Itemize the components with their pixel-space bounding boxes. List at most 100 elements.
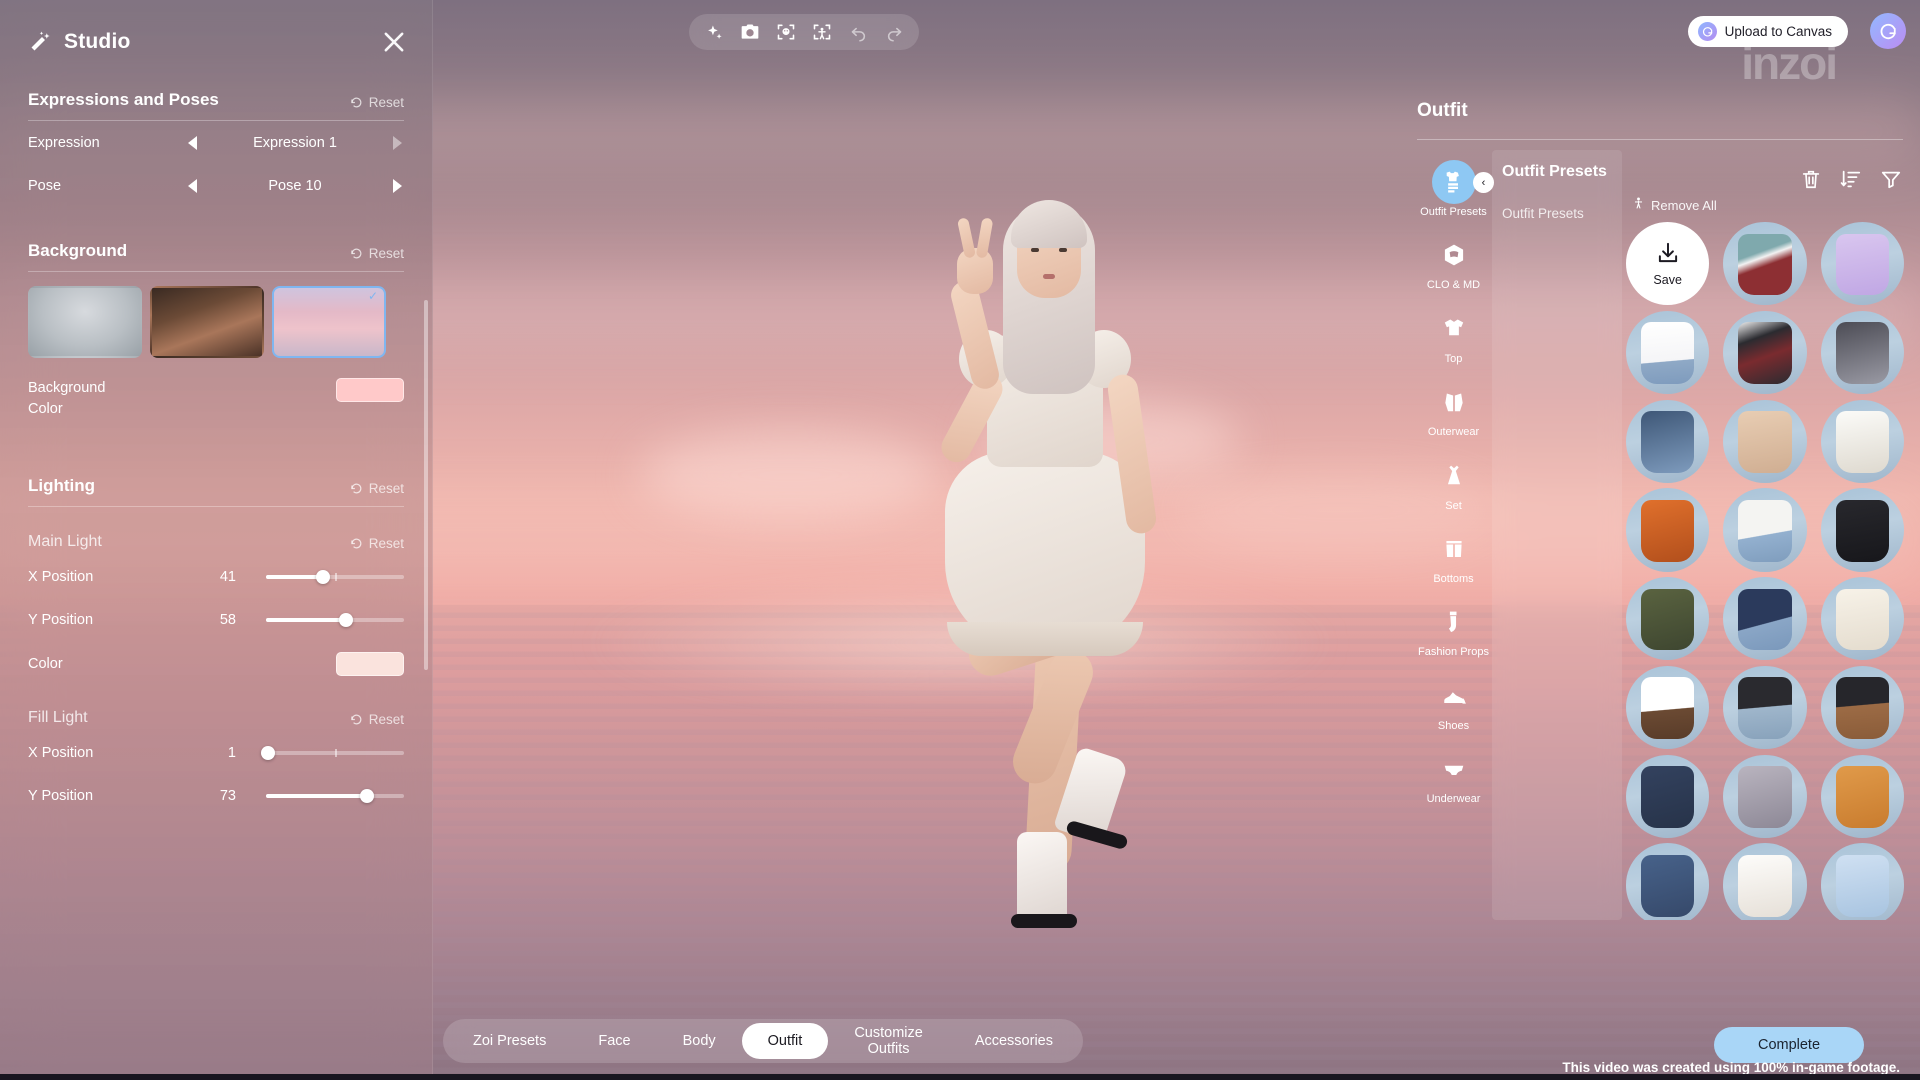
chevron-left-icon[interactable]: ‹: [1473, 172, 1494, 193]
section-expressions-and-poses: Expressions and Poses Reset Expression E…: [0, 56, 432, 207]
slider-knob[interactable]: [339, 612, 354, 627]
category-outfit-presets[interactable]: ‹ Outfit Presets: [1417, 160, 1494, 219]
outfit-preset-grey-hoodie-layered[interactable]: [1723, 754, 1807, 838]
slider-track[interactable]: [266, 788, 404, 803]
outfit-preset-denim-jacket-white-top[interactable]: [1626, 399, 1710, 483]
tab-face[interactable]: Face: [572, 1023, 656, 1059]
category-label: CLO & MD: [1426, 279, 1481, 292]
outfit-preset-grid[interactable]: Save: [1626, 222, 1904, 920]
slider-value: 41: [219, 568, 236, 585]
outfit-preset-lilac-tiered-dress[interactable]: [1820, 222, 1904, 306]
shoe-icon: [1432, 674, 1476, 718]
body-focus-icon[interactable]: [807, 17, 837, 47]
slider-main-light-y: Y Position 58: [28, 598, 404, 641]
slider-knob[interactable]: [261, 745, 276, 760]
reset-fill-light-button[interactable]: Reset: [350, 712, 404, 727]
outfit-preset-black-button-shirt[interactable]: [1820, 488, 1904, 572]
outfit-preset-white-collared-cardigan[interactable]: [1820, 399, 1904, 483]
close-icon[interactable]: [380, 28, 408, 56]
slider-track[interactable]: [266, 569, 404, 584]
outfit-preset-white-ruffle-blouse[interactable]: [1723, 843, 1807, 920]
slider-knob[interactable]: [359, 788, 374, 803]
category-fashion-props[interactable]: Fashion Props: [1417, 600, 1490, 659]
filter-icon[interactable]: [1880, 168, 1902, 190]
outfit-preset-cream-sweatshirt[interactable]: [1820, 577, 1904, 661]
slider-track[interactable]: [261, 745, 404, 760]
outfit-preset-orange-bomber-jacket[interactable]: [1820, 754, 1904, 838]
category-outerwear[interactable]: Outerwear: [1417, 380, 1490, 439]
subpanel-item-outfit-presets[interactable]: Outfit Presets: [1492, 182, 1622, 221]
pose-next-button[interactable]: [393, 178, 402, 193]
expression-next-button[interactable]: [392, 135, 402, 150]
redo-icon[interactable]: [879, 17, 909, 47]
control-row-pose: Pose Pose 10: [28, 164, 404, 207]
reset-lighting-button[interactable]: Reset: [350, 481, 404, 496]
reset-expressions-button[interactable]: Reset: [350, 95, 404, 110]
avatar-character[interactable]: [835, 152, 1315, 972]
background-thumb-sunset-sea[interactable]: ✓: [272, 286, 386, 358]
outfit-preset-green-military-jacket[interactable]: [1626, 577, 1710, 661]
outfit-preset-white-tee-brown-skirt[interactable]: [1626, 665, 1710, 750]
face-focus-icon[interactable]: [771, 17, 801, 47]
tab-zoi-presets[interactable]: Zoi Presets: [447, 1023, 572, 1059]
background-thumb-grey-studio[interactable]: [28, 286, 142, 358]
camera-icon[interactable]: [735, 17, 765, 47]
outfit-preset-denim-on-denim[interactable]: [1626, 843, 1710, 920]
delete-icon[interactable]: [1800, 168, 1822, 190]
outfit-preset-beige-knit-dress[interactable]: [1723, 399, 1807, 483]
bottom-tab-bar: Zoi Presets Face Body Outfit Customize Outfi…: [443, 1019, 1083, 1063]
reset-main-light-button[interactable]: Reset: [350, 536, 404, 551]
category-top[interactable]: Top: [1417, 307, 1490, 366]
outfit-preset-light-blue-shirt[interactable]: [1820, 843, 1904, 920]
tab-customize-outfits[interactable]: Customize Outfits: [828, 1023, 949, 1059]
sort-icon[interactable]: [1840, 168, 1862, 190]
tab-accessories[interactable]: Accessories: [949, 1023, 1079, 1059]
tab-outfit[interactable]: Outfit: [741, 1023, 829, 1059]
background-thumb-bedroom[interactable]: [150, 286, 264, 358]
expression-prev-button[interactable]: [188, 135, 197, 150]
download-icon: [1655, 240, 1681, 271]
studio-title: Studio: [64, 30, 131, 53]
pose-prev-button[interactable]: [188, 178, 197, 193]
outfit-preset-thumbnail: [1820, 222, 1904, 306]
slider-fill-light-y: Y Position 73: [28, 774, 404, 817]
outfit-preset-thumbnail: [1820, 488, 1904, 572]
main-light-color-swatch[interactable]: [336, 652, 404, 677]
category-underwear[interactable]: Underwear: [1417, 747, 1490, 806]
slider-track[interactable]: [266, 612, 404, 627]
category-clo-md[interactable]: CLO & MD: [1417, 233, 1490, 292]
reset-label: Reset: [368, 246, 404, 261]
subpanel-title: Outfit Presets: [1502, 163, 1607, 180]
outfit-preset-thumbnail: [1626, 399, 1710, 483]
studio-panel-scrollbar[interactable]: [424, 300, 428, 670]
outfit-preset-black-white-baseball-jacket[interactable]: [1723, 310, 1807, 395]
outfit-preset-navy-varsity-denim[interactable]: [1723, 577, 1807, 661]
remove-all-button[interactable]: Remove All: [1632, 196, 1717, 214]
outfit-preset-navy-blazer-white-shirt[interactable]: [1626, 754, 1710, 838]
save-outfit-button[interactable]: Save: [1626, 222, 1710, 306]
outfit-preset-black-top-brown-pants[interactable]: [1820, 665, 1904, 750]
outfit-preset-black-crop-denim-shorts[interactable]: [1723, 665, 1807, 750]
outfit-preset-varsity-jacket-red-teal[interactable]: [1723, 222, 1807, 306]
outfit-preset-thumbnail: [1723, 577, 1807, 661]
outerwear-icon: [1432, 380, 1476, 424]
category-set[interactable]: Set: [1417, 454, 1490, 513]
section-title-expressions: Expressions and Poses: [28, 90, 219, 109]
reset-background-button[interactable]: Reset: [350, 246, 404, 261]
outfit-preset-grey-cardigan-crop[interactable]: [1820, 310, 1904, 395]
outfit-preset-white-blazer-denim[interactable]: [1723, 488, 1807, 572]
category-bottoms[interactable]: Bottoms: [1417, 527, 1490, 586]
outfit-preset-thumbnail: [1723, 754, 1807, 838]
slider-knob[interactable]: [315, 569, 330, 584]
background-color-swatch[interactable]: [336, 378, 404, 403]
avatar-hair-front: [1011, 199, 1088, 248]
outfit-preset-white-graphic-tee-jeans[interactable]: [1626, 310, 1710, 395]
category-shoes[interactable]: Shoes: [1417, 674, 1490, 733]
outfit-preset-orange-utility-jacket[interactable]: [1626, 488, 1710, 572]
undo-icon[interactable]: [843, 17, 873, 47]
ai-enhance-icon[interactable]: [699, 17, 729, 47]
pose-value: Pose 10: [268, 177, 322, 194]
slider-fill: [266, 793, 367, 798]
tab-body[interactable]: Body: [657, 1023, 742, 1059]
outfit-preset-thumbnail: [1820, 754, 1904, 838]
